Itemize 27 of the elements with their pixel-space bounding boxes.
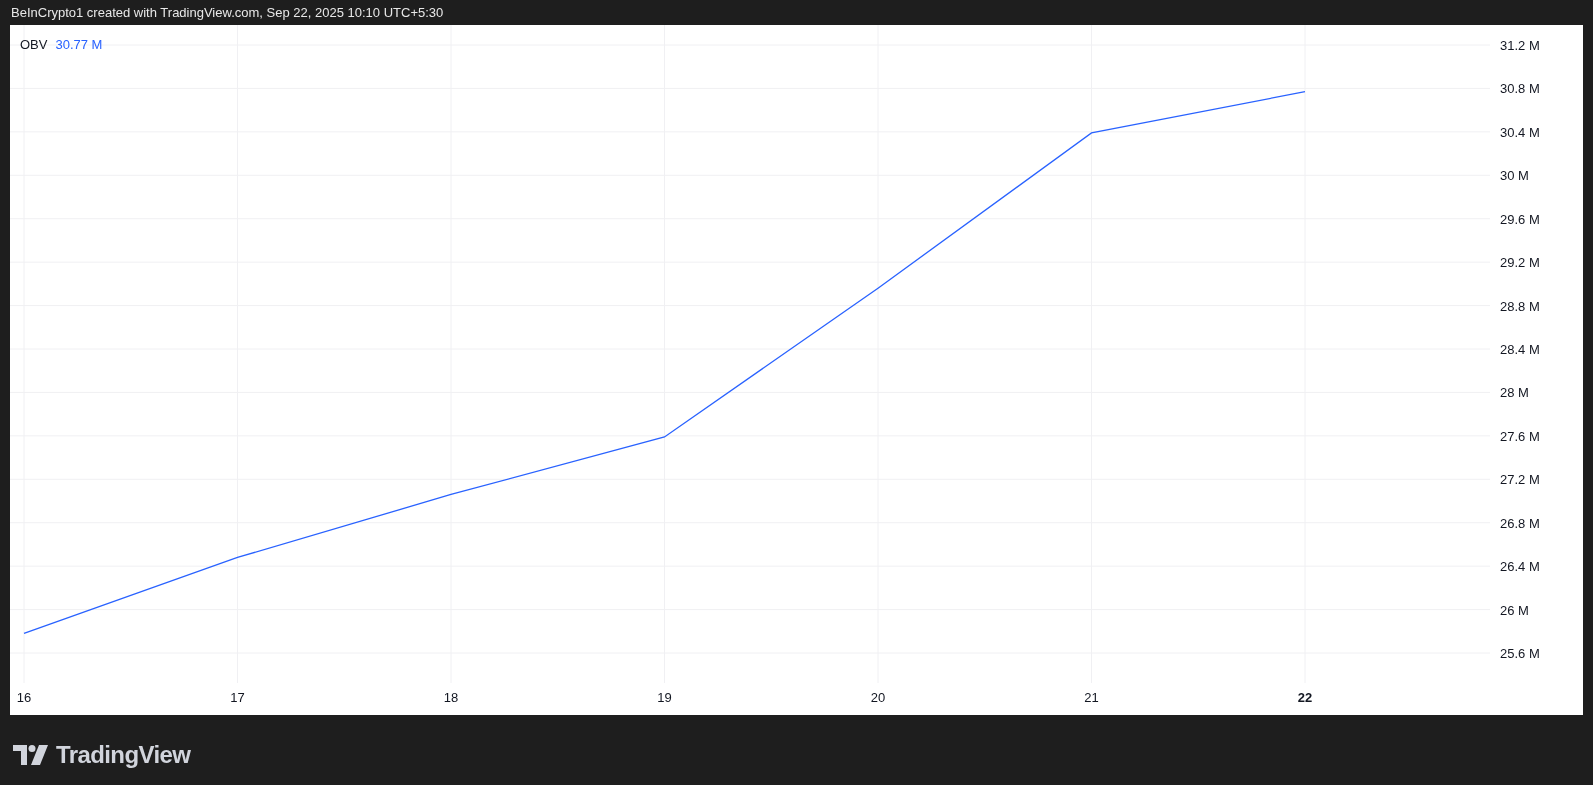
y-axis-label: 26 M (1500, 602, 1529, 618)
y-axis-label: 30.8 M (1500, 81, 1540, 97)
x-axis-label: 17 (230, 690, 245, 705)
y-axis-label: 26.4 M (1500, 559, 1540, 575)
y-axis-label: 29.2 M (1500, 255, 1540, 271)
x-axis-label: 22 (1297, 690, 1313, 705)
y-axis-label: 27.2 M (1500, 472, 1540, 488)
y-axis-label: 26.8 M (1500, 515, 1540, 531)
x-axis-label: 19 (657, 690, 672, 705)
brand-name: TradingView (56, 740, 191, 770)
y-axis-label: 30.4 M (1500, 124, 1540, 140)
y-axis-label: 28 M (1500, 385, 1529, 401)
y-axis-label: 27.6 M (1500, 428, 1540, 444)
x-axis-label: 20 (870, 690, 886, 705)
y-axis-label: 28.4 M (1500, 342, 1540, 357)
indicator-value: 30.77 M (55, 36, 103, 54)
y-axis-label: 28.8 M (1500, 298, 1540, 314)
logo-icon (13, 745, 48, 765)
y-axis-label: 25.6 M (1500, 646, 1540, 661)
x-axis-label: 21 (1084, 690, 1099, 705)
y-axis-label: 31.2 M (1500, 38, 1540, 53)
indicator-name: OBV (20, 36, 48, 54)
y-axis-label: 30 M (1500, 168, 1529, 184)
x-axis-label: 16 (16, 690, 32, 705)
y-axis-label: 29.6 M (1500, 211, 1540, 227)
x-axis-label: 18 (443, 690, 459, 705)
chart-caption: BeInCrypto1 created with TradingView.com, Sep 22, 2025 10:10 UTC+5:30 (11, 3, 444, 22)
